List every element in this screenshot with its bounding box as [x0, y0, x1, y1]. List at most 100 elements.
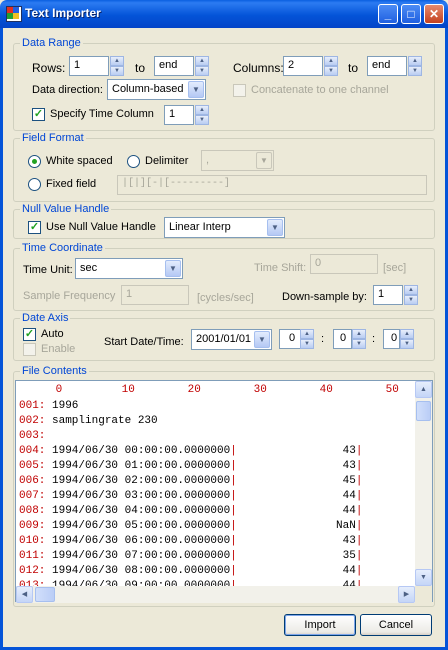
line-field-markers: | 35| [230, 550, 363, 562]
minimize-button[interactable]: _ [378, 4, 398, 24]
hour-input[interactable]: 0 [279, 329, 301, 349]
delimiter-combo[interactable]: , ▼ [201, 150, 274, 171]
spin-up-icon[interactable]: ▲ [352, 329, 366, 339]
minute-spinner[interactable]: ▲ ▼ [352, 329, 366, 349]
line-number: 005: [19, 460, 46, 472]
minute-input[interactable]: 0 [333, 329, 352, 349]
scroll-corner [415, 586, 432, 603]
time-unit-value: sec [80, 262, 98, 274]
vertical-scroll-thumb[interactable] [416, 401, 431, 421]
scroll-left-icon[interactable]: ◀ [16, 586, 33, 603]
rows-label: Rows: [32, 61, 66, 75]
sample-frequency-label: Sample Frequency [23, 290, 116, 302]
rows-from-spinner[interactable]: ▲ ▼ [110, 56, 124, 76]
spin-down-icon[interactable]: ▼ [324, 66, 338, 76]
specify-time-column-checkbox[interactable]: ✓ [32, 108, 45, 121]
time-shift-unit: [sec] [383, 262, 407, 274]
line-field-markers: | 43| [230, 535, 363, 547]
app-icon [6, 6, 22, 22]
chevron-down-icon[interactable]: ▼ [188, 81, 204, 98]
time-unit-label: Time Unit: [23, 264, 73, 276]
spin-down-icon[interactable]: ▼ [352, 339, 366, 349]
horizontal-scroll-thumb[interactable] [35, 587, 55, 602]
white-spaced-radio[interactable] [28, 155, 41, 168]
columns-to-label: to [348, 61, 359, 75]
downsample-spinner[interactable]: ▲ ▼ [404, 285, 418, 305]
cancel-button[interactable]: Cancel [360, 614, 432, 636]
downsample-label: Down-sample by: [282, 291, 367, 303]
columns-to-input[interactable]: end [367, 56, 407, 76]
date-axis-legend: Date Axis [20, 312, 71, 324]
rows-to-label: to [135, 61, 146, 75]
downsample-input[interactable]: 1 [373, 285, 403, 305]
scroll-up-icon[interactable]: ▲ [415, 381, 432, 398]
data-direction-combo[interactable]: Column-based ▼ [107, 79, 206, 100]
vertical-scrollbar[interactable]: ▲ ▼ [415, 381, 432, 586]
rows-from-input[interactable]: 1 [69, 56, 109, 76]
specify-time-column-label: Specify Time Column [50, 108, 154, 120]
fixed-field-radio[interactable] [28, 178, 41, 191]
second-spinner[interactable]: ▲ ▼ [400, 329, 414, 349]
columns-to-spinner[interactable]: ▲ ▼ [408, 56, 422, 76]
time-column-input[interactable]: 1 [164, 105, 194, 125]
line-number: 007: [19, 490, 46, 502]
chevron-down-icon[interactable]: ▼ [254, 331, 270, 348]
hour-spinner[interactable]: ▲ ▼ [300, 329, 314, 349]
time-shift-input[interactable]: 0 [310, 254, 378, 274]
enable-checkbox[interactable] [23, 343, 36, 356]
field-format-legend: Field Format [20, 132, 86, 144]
spin-down-icon[interactable]: ▼ [195, 115, 209, 125]
line-field-markers: | 44| [230, 490, 363, 502]
horizontal-scrollbar[interactable]: ◀ ▶ [16, 586, 415, 603]
spin-down-icon[interactable]: ▼ [400, 339, 414, 349]
delimiter-radio[interactable] [127, 155, 140, 168]
spin-up-icon[interactable]: ▲ [300, 329, 314, 339]
rows-to-spinner[interactable]: ▲ ▼ [195, 56, 209, 76]
columns-label: Columns: [233, 61, 284, 75]
spin-up-icon[interactable]: ▲ [195, 105, 209, 115]
close-button[interactable]: ✕ [424, 4, 444, 24]
line-text: samplingrate 230 [45, 415, 158, 427]
chevron-down-icon[interactable]: ▼ [256, 152, 272, 169]
concatenate-checkbox[interactable] [233, 84, 246, 97]
line-field-markers: | 43| [230, 460, 363, 472]
file-contents-view[interactable]: 0 10 20 30 40 50 001: 1996 002: samplingr… [15, 380, 433, 602]
scroll-right-icon[interactable]: ▶ [398, 586, 415, 603]
start-date-picker[interactable]: 2001/01/01 ▼ [191, 329, 272, 350]
time-column-spinner[interactable]: ▲ ▼ [195, 105, 209, 125]
spin-up-icon[interactable]: ▲ [400, 329, 414, 339]
use-null-value-checkbox[interactable]: ✓ [28, 221, 41, 234]
import-button[interactable]: Import [284, 614, 356, 636]
chevron-down-icon[interactable]: ▼ [267, 219, 283, 236]
spin-down-icon[interactable]: ▼ [404, 295, 418, 305]
spin-down-icon[interactable]: ▼ [195, 66, 209, 76]
spin-up-icon[interactable]: ▲ [195, 56, 209, 66]
radio-selected-dot [32, 159, 37, 164]
scroll-down-icon[interactable]: ▼ [415, 569, 432, 586]
auto-checkbox[interactable]: ✓ [23, 328, 36, 341]
chevron-down-icon[interactable]: ▼ [165, 260, 181, 277]
line-number: 002: [19, 415, 46, 427]
spin-up-icon[interactable]: ▲ [404, 285, 418, 295]
file-line: 005: 1994/06/30 01:00:00.0000000| 43| [19, 459, 362, 474]
spin-down-icon[interactable]: ▼ [300, 339, 314, 349]
spin-up-icon[interactable]: ▲ [408, 56, 422, 66]
rows-to-input[interactable]: end [154, 56, 194, 76]
time-separator: : [321, 333, 325, 345]
spin-down-icon[interactable]: ▼ [110, 66, 124, 76]
line-field-markers: | NaN| [230, 520, 363, 532]
columns-from-spinner[interactable]: ▲ ▼ [324, 56, 338, 76]
spin-down-icon[interactable]: ▼ [408, 66, 422, 76]
data-direction-label: Data direction: [32, 84, 103, 96]
spin-up-icon[interactable]: ▲ [324, 56, 338, 66]
null-method-combo[interactable]: Linear Interp ▼ [164, 217, 285, 238]
maximize-button[interactable]: □ [401, 4, 421, 24]
maximize-icon: □ [407, 7, 415, 21]
columns-from-input[interactable]: 2 [283, 56, 323, 76]
time-unit-combo[interactable]: sec ▼ [75, 258, 183, 279]
sample-frequency-input[interactable]: 1 [121, 285, 189, 305]
spin-up-icon[interactable]: ▲ [110, 56, 124, 66]
white-spaced-label: White spaced [46, 155, 113, 167]
fixed-field-input[interactable]: |[|][-|[---------] [117, 175, 427, 195]
second-input[interactable]: 0 [383, 329, 400, 349]
